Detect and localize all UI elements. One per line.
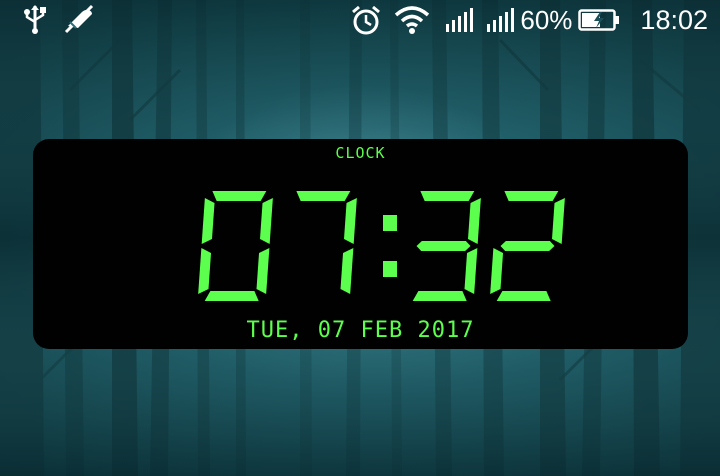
status-time: 18:02 — [640, 5, 708, 35]
notification-muted-icon — [64, 4, 94, 34]
battery-percent: 60% — [520, 5, 573, 35]
digit-segment — [340, 248, 354, 294]
clock-digit — [490, 191, 565, 301]
clock-digit — [198, 191, 273, 301]
widget-date: TUE, 07 FEB 2017 — [246, 318, 475, 343]
digit-segment — [464, 248, 478, 294]
digit-segment — [416, 241, 471, 251]
digit-segment — [420, 191, 475, 201]
digit-segment — [204, 291, 259, 301]
signal-strength-icon-1 — [446, 8, 474, 32]
digit-segment — [296, 191, 351, 201]
digit-segment — [412, 291, 467, 301]
digit-segment — [500, 241, 555, 251]
status-bar: 60% 18:02 — [0, 0, 720, 40]
clock-colon — [383, 215, 397, 277]
digit-segment — [504, 191, 559, 201]
digit-segment — [344, 198, 357, 244]
digit-segment — [256, 248, 270, 294]
clock-digit — [296, 191, 357, 294]
digit-segment — [198, 248, 212, 294]
usb-icon — [24, 5, 46, 34]
digit-segment — [201, 198, 215, 244]
battery-charging-icon — [578, 9, 620, 31]
digit-segment — [552, 198, 565, 244]
alarm-clock-icon — [352, 5, 381, 35]
digit-segment — [468, 198, 481, 244]
wifi-icon — [395, 6, 430, 34]
clock-widget[interactable]: CLOCK TUE, 07 FEB 2017 — [33, 139, 688, 349]
digit-segment — [260, 198, 273, 244]
signal-strength-icon-2 — [487, 8, 515, 32]
digit-segment — [490, 248, 504, 294]
digit-segment — [496, 291, 551, 301]
digit-segment — [212, 191, 267, 201]
clock-digit — [412, 191, 481, 301]
